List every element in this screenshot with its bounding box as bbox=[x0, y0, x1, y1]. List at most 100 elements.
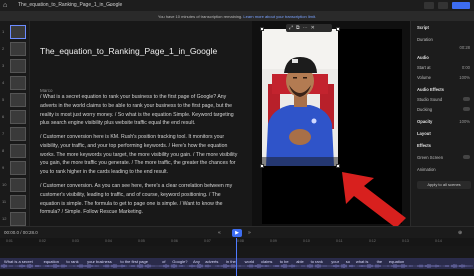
transcript-word[interactable]: the bbox=[377, 259, 383, 264]
script-paragraph[interactable]: / Customer conversion. As you can see he… bbox=[40, 182, 240, 217]
timeline-ruler[interactable]: 0:01 0:02 0:03 0:04 0:05 0:06 0:07 0:08 0:09 0:10… bbox=[0, 238, 474, 246]
scene-thumbnail[interactable] bbox=[10, 110, 26, 124]
transcript-word[interactable]: to rank bbox=[311, 259, 323, 264]
zoom-icon[interactable]: ⊕ bbox=[458, 230, 462, 236]
timeline-gap bbox=[0, 246, 474, 258]
scene-thumbnail[interactable] bbox=[10, 42, 26, 56]
scene-thumbnail[interactable] bbox=[10, 212, 26, 226]
transcript-word[interactable]: your business bbox=[87, 259, 112, 264]
play-button[interactable]: ▶ bbox=[232, 229, 242, 237]
transcript-word[interactable]: in the bbox=[226, 259, 236, 264]
more-icon[interactable]: ⋯ bbox=[303, 25, 308, 31]
speaker-video-frame[interactable] bbox=[262, 29, 338, 166]
script-paragraph[interactable]: / Customer conversion here is KM. Rush's… bbox=[40, 133, 240, 177]
transcript-word[interactable]: Any bbox=[193, 259, 200, 264]
playhead[interactable] bbox=[236, 238, 237, 276]
studio-sound-toggle[interactable] bbox=[463, 97, 470, 101]
scene-thumbnail[interactable] bbox=[10, 59, 26, 73]
transcript-word[interactable]: claims bbox=[261, 259, 272, 264]
effects-label: Effects bbox=[417, 143, 431, 148]
duplicate-icon[interactable]: ⧉ bbox=[296, 25, 300, 31]
ruler-tick-label: 0:12 bbox=[369, 239, 376, 243]
scene-number: 6 bbox=[2, 114, 5, 119]
script-paragraph[interactable]: / What is a secret equation to rank your… bbox=[40, 93, 240, 128]
scene-number: 11 bbox=[2, 199, 7, 204]
scene-thumbnail[interactable] bbox=[10, 195, 26, 209]
ruler-tick-label: 0:01 bbox=[6, 239, 13, 243]
apply-to-all-scenes-button[interactable]: Apply to all scenes bbox=[417, 181, 471, 189]
project-title[interactable]: The_equation_to_Ranking_Page_1_in_Google bbox=[18, 2, 122, 8]
chevron-down-icon[interactable]: ⌄ bbox=[108, 1, 113, 8]
resize-handle[interactable] bbox=[260, 27, 264, 31]
ruler-tick-label: 0:13 bbox=[402, 239, 409, 243]
transcript-word[interactable]: to be bbox=[280, 259, 289, 264]
green-screen-toggle[interactable] bbox=[463, 155, 470, 159]
resize-handle[interactable] bbox=[336, 164, 340, 168]
rewind-icon[interactable]: « bbox=[218, 230, 221, 236]
red-arrow-annotation bbox=[342, 172, 406, 228]
resize-icon[interactable]: ⤢ bbox=[289, 25, 293, 31]
transcript-track[interactable]: What is a secret equation to rank your busi… bbox=[0, 258, 474, 269]
transcript-word[interactable]: equation bbox=[44, 259, 59, 264]
scene-thumbnail-strip: 1 2 3 4 5 6 7 8 9 10 11 12 bbox=[0, 21, 30, 226]
scene-thumbnail[interactable] bbox=[10, 93, 26, 107]
help-button[interactable] bbox=[424, 2, 434, 9]
export-button[interactable] bbox=[452, 2, 470, 9]
scene-number: 7 bbox=[2, 131, 5, 136]
share-button[interactable] bbox=[438, 2, 448, 9]
scene-thumbnail[interactable] bbox=[10, 178, 26, 192]
banner-link[interactable]: Learn more about your transcription limi… bbox=[243, 14, 316, 19]
resize-handle[interactable] bbox=[336, 27, 340, 31]
transcript-word[interactable]: world bbox=[245, 259, 255, 264]
speaker-person-image bbox=[262, 29, 338, 166]
ruler-tick-label: 0:11 bbox=[336, 239, 343, 243]
transcript-word[interactable]: of bbox=[162, 259, 165, 264]
transcription-banner: You have 10 minutes of transcription rem… bbox=[0, 12, 474, 21]
duration-label: Duration bbox=[417, 37, 433, 42]
close-icon[interactable]: ✕ bbox=[311, 25, 315, 31]
transcript-word[interactable]: What is a secret bbox=[4, 259, 33, 264]
forward-icon[interactable]: » bbox=[248, 230, 251, 236]
layout-label[interactable]: Layout bbox=[417, 131, 431, 136]
scene-thumbnail[interactable] bbox=[10, 127, 26, 141]
scene-number: 9 bbox=[2, 165, 5, 170]
ruler-tick-label: 0:10 bbox=[303, 239, 310, 243]
script-editor[interactable]: The_equation_to_Ranking_Page_1_in_Google… bbox=[30, 21, 252, 226]
start-at-value[interactable]: 0:00 bbox=[462, 65, 470, 70]
ruler-tick-label: 0:08 bbox=[237, 239, 244, 243]
transcript-word[interactable]: Google? bbox=[172, 259, 187, 264]
transcript-word[interactable]: to the first page bbox=[120, 259, 148, 264]
volume-label: Volume bbox=[417, 75, 431, 80]
transcript-word[interactable]: able bbox=[296, 259, 304, 264]
scene-thumbnail[interactable] bbox=[10, 25, 26, 39]
studio-sound-label: Studio Sound bbox=[417, 97, 443, 102]
transcript-word[interactable]: equation bbox=[389, 259, 404, 264]
ruler-tick-label: 0:04 bbox=[105, 239, 112, 243]
ducking-label: Ducking bbox=[417, 107, 433, 112]
opacity-label: Opacity bbox=[417, 119, 433, 124]
transcript-word[interactable]: your bbox=[331, 259, 339, 264]
ducking-toggle[interactable] bbox=[463, 107, 470, 111]
audio-section-label: Audio bbox=[417, 55, 429, 60]
audio-effects-label: Audio Effects bbox=[417, 87, 444, 92]
scene-number: 5 bbox=[2, 97, 5, 102]
top-right-actions bbox=[424, 2, 470, 9]
resize-handle[interactable] bbox=[260, 164, 264, 168]
scene-number: 4 bbox=[2, 80, 5, 85]
volume-value[interactable]: 100% bbox=[459, 75, 470, 80]
start-at-label: Start at bbox=[417, 65, 431, 70]
scene-thumbnail[interactable] bbox=[10, 144, 26, 158]
transcript-word[interactable]: so bbox=[346, 259, 350, 264]
script-section-label: Script bbox=[417, 25, 429, 30]
transcript-word[interactable]: to rank bbox=[66, 259, 78, 264]
scene-thumbnail[interactable] bbox=[10, 76, 26, 90]
opacity-value[interactable]: 100% bbox=[459, 119, 470, 124]
duration-value[interactable]: 00:28 bbox=[460, 45, 470, 50]
animation-label[interactable]: Animation bbox=[417, 167, 436, 172]
document-title[interactable]: The_equation_to_Ranking_Page_1_in_Google bbox=[40, 46, 217, 56]
transcript-word[interactable]: what is bbox=[356, 259, 368, 264]
properties-panel: Script Duration 00:28 Audio Start at 0:0… bbox=[410, 21, 474, 226]
transcript-word[interactable]: adverts bbox=[205, 259, 218, 264]
scene-thumbnail[interactable] bbox=[10, 161, 26, 175]
home-icon[interactable]: ⌂ bbox=[3, 2, 11, 10]
